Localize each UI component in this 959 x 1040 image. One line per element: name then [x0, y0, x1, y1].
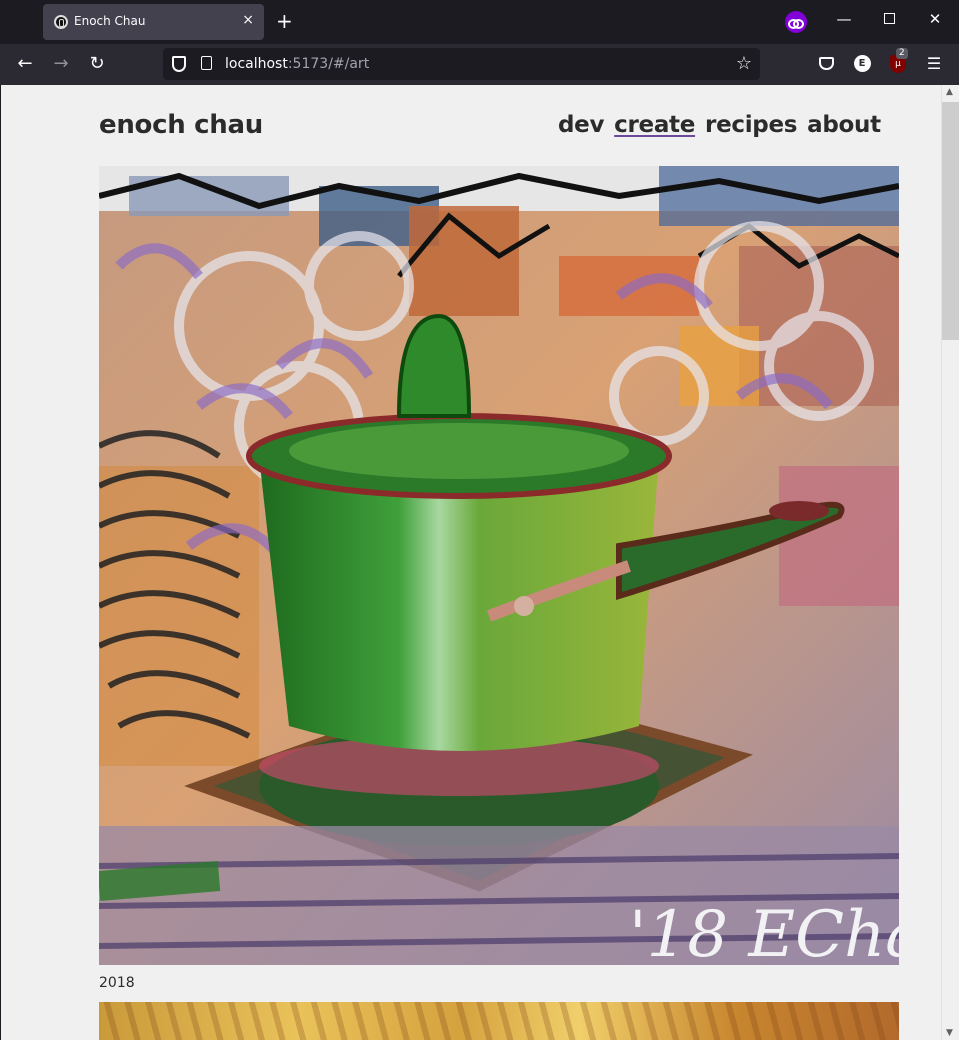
scroll-up-arrow-icon[interactable]: ▲ — [946, 87, 953, 97]
browser-toolbar: ← → ↻ localhost:5173/#/art ☆ E μ2 ☰ — [0, 44, 959, 85]
painting-next[interactable] — [99, 1002, 899, 1040]
reload-icon[interactable]: ↻ — [86, 54, 108, 74]
window-close-button[interactable]: ✕ — [925, 10, 945, 28]
window-minimize-button[interactable]: — — [834, 10, 854, 28]
site-title[interactable]: enoch chau — [99, 110, 263, 140]
ublock-origin-icon[interactable]: μ2 — [888, 48, 908, 74]
new-tab-button[interactable]: + — [276, 10, 293, 32]
back-arrow-icon[interactable]: ← — [14, 54, 36, 74]
hamburger-menu-icon[interactable]: ☰ — [924, 54, 944, 74]
private-browsing-mask-icon — [785, 11, 807, 33]
site-favicon-icon — [54, 15, 68, 29]
maximize-icon — [883, 13, 895, 24]
ublock-badge: 2 — [896, 48, 908, 59]
nav-create[interactable]: create — [614, 112, 695, 138]
tracking-protection-shield-icon[interactable] — [172, 56, 186, 72]
forward-arrow-icon[interactable]: → — [50, 54, 72, 74]
nav-dev[interactable]: dev — [558, 112, 604, 138]
painting-image: '18 EChau — [99, 166, 899, 965]
window-maximize-button[interactable] — [879, 10, 899, 28]
painting-caption: 2018 — [99, 975, 135, 991]
tab-close-icon[interactable]: × — [242, 12, 254, 28]
painting-signature: '18 EChau — [629, 898, 899, 965]
extension-e-icon[interactable]: E — [852, 54, 872, 74]
url-path: :5173/#/art — [287, 56, 370, 72]
painting-green-pot[interactable]: '18 EChau — [99, 166, 899, 965]
scroll-thumb[interactable] — [942, 102, 959, 340]
tab-strip: Enoch Chau × + — ✕ — [0, 0, 959, 44]
url-text[interactable]: localhost:5173/#/art — [225, 56, 369, 72]
tab-enoch-chau[interactable]: Enoch Chau × — [43, 4, 264, 40]
vertical-scrollbar[interactable]: ▲ ▼ — [941, 85, 959, 1040]
scroll-down-arrow-icon[interactable]: ▼ — [946, 1028, 953, 1038]
pocket-icon[interactable] — [816, 54, 836, 74]
site-nav: dev create recipes about — [558, 112, 881, 138]
page-viewport: enoch chau dev create recipes about '18 … — [1, 85, 941, 1040]
bookmark-star-icon[interactable]: ☆ — [736, 53, 752, 74]
url-host: localhost — [225, 56, 288, 72]
tab-title: Enoch Chau — [74, 14, 146, 28]
nav-about[interactable]: about — [807, 112, 881, 138]
nav-recipes[interactable]: recipes — [705, 112, 797, 138]
page-info-icon[interactable] — [201, 56, 212, 70]
address-bar[interactable]: localhost:5173/#/art ☆ — [163, 48, 760, 80]
